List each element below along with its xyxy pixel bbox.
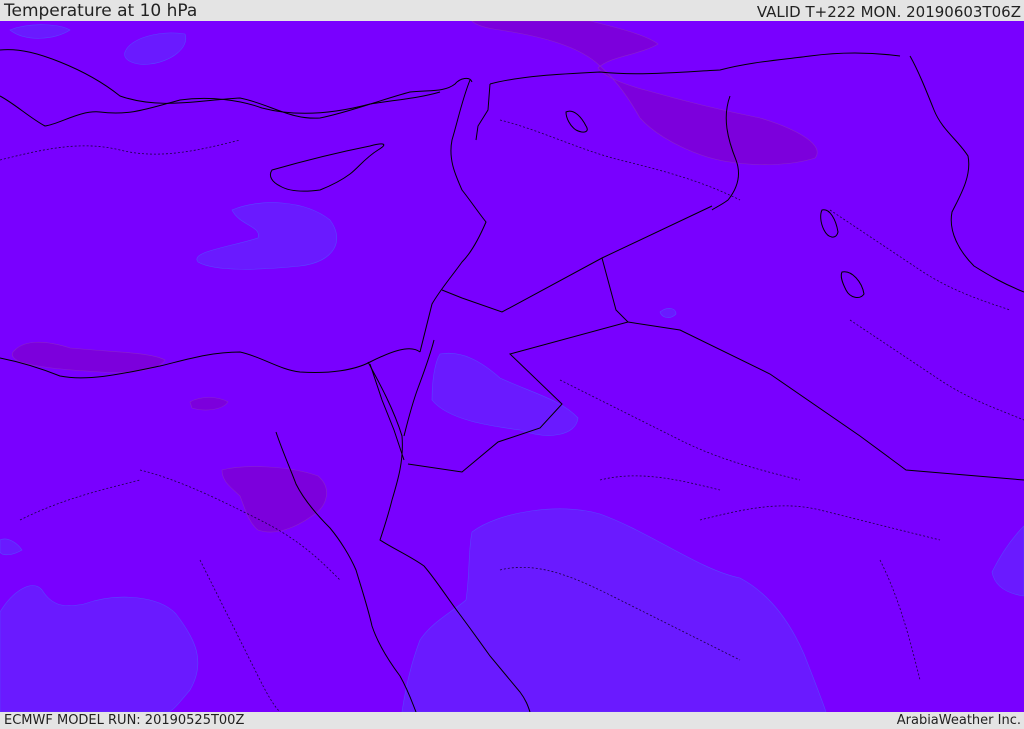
map-canvas <box>0 21 1024 712</box>
temperature-map[interactable] <box>0 21 1024 712</box>
footer-bar: ECMWF MODEL RUN: 20190525T00Z ArabiaWeat… <box>0 712 1024 729</box>
model-run: ECMWF MODEL RUN: 20190525T00Z <box>4 713 245 728</box>
cooler-band <box>0 24 1024 712</box>
valid-time: VALID T+222 MON. 20190603T06Z <box>756 3 1021 21</box>
header-bar: Temperature at 10 hPa VALID T+222 MON. 2… <box>0 0 1024 21</box>
credit-text: ArabiaWeather Inc. <box>896 713 1021 728</box>
map-title: Temperature at 10 hPa <box>4 1 198 21</box>
